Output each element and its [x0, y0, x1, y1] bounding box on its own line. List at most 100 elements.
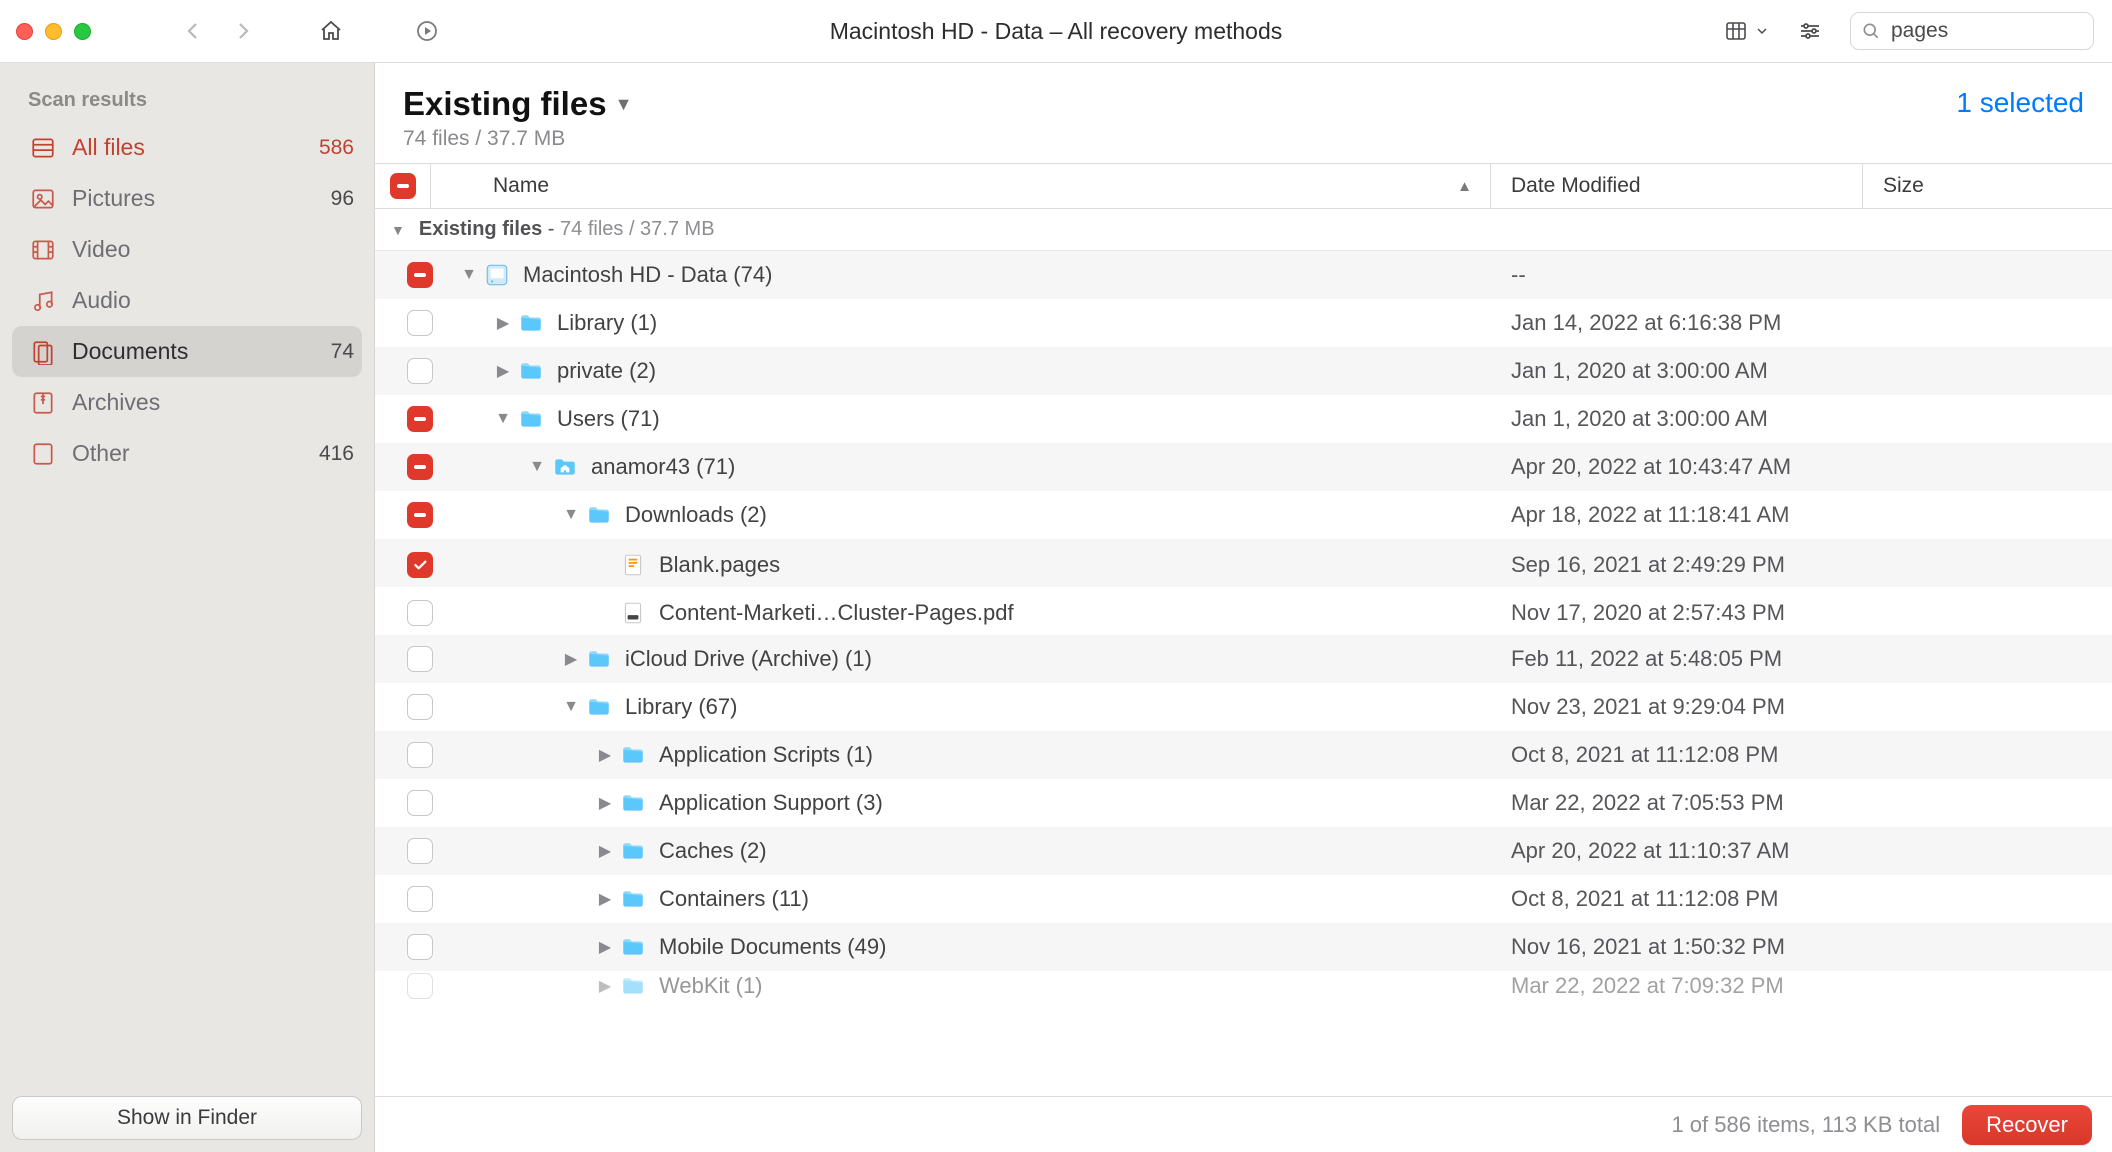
chevron-down-icon[interactable]: ▼ [489, 410, 517, 428]
pdf-icon [619, 599, 647, 627]
sidebar-item-other[interactable]: Other416 [0, 428, 374, 479]
window-minimize-button[interactable] [45, 23, 62, 40]
file-tree: ▼Macintosh HD - Data (74)--37.7 MBFolder… [375, 251, 2112, 1096]
file-row[interactable]: ▶private (2)Jan 1, 2020 at 3:00:00 AM6 M… [375, 347, 2112, 395]
file-row[interactable]: ▶Library (1)Jan 14, 2022 at 6:16:38 PM25… [375, 299, 2112, 347]
rescan-button[interactable] [415, 19, 439, 43]
checkbox-empty-icon[interactable] [407, 886, 433, 912]
recover-button[interactable]: Recover [1962, 1105, 2092, 1145]
folder-icon [619, 741, 647, 769]
checkbox-partial-icon[interactable] [407, 502, 433, 528]
folder-icon [619, 933, 647, 961]
checkbox-empty-icon[interactable] [407, 934, 433, 960]
chevron-right-icon[interactable]: ▶ [591, 937, 619, 957]
file-size: 31.7 MB [1863, 454, 2112, 480]
chevron-right-icon[interactable]: ▶ [591, 889, 619, 909]
file-row[interactable]: ▼Users (71)Jan 1, 2020 at 3:00:00 AM31.7… [375, 395, 2112, 443]
file-name: Mobile Documents (49) [659, 934, 886, 960]
file-name: Users (71) [557, 406, 660, 432]
group-stats: 74 files / 37.7 MB [560, 218, 715, 240]
chevron-right-icon[interactable]: ▶ [489, 313, 517, 333]
window-zoom-button[interactable] [74, 23, 91, 40]
window-close-button[interactable] [16, 23, 33, 40]
file-size: 3.5 MB [1863, 886, 2112, 912]
section-title-dropdown[interactable]: Existing files ▼ [403, 85, 632, 123]
file-row[interactable]: ▶Caches (2)Apr 20, 2022 at 11:10:37 AM86… [375, 827, 2112, 875]
folder-icon [619, 885, 647, 913]
file-name: Macintosh HD - Data (74) [523, 262, 772, 288]
file-row[interactable]: ▼Macintosh HD - Data (74)--37.7 MBFolder [375, 251, 2112, 299]
file-row[interactable]: ▼Downloads (2)Apr 18, 2022 at 11:18:41 A… [375, 491, 2112, 539]
sidebar-item-documents[interactable]: Documents74 [12, 326, 362, 377]
file-name: WebKit (1) [659, 973, 763, 999]
folder-icon [517, 357, 545, 385]
search-icon [1861, 21, 1881, 41]
file-row[interactable]: ▼Library (67)Nov 23, 2021 at 9:29:04 PM3… [375, 683, 2112, 731]
file-row[interactable]: ▶Application Scripts (1)Oct 8, 2021 at 1… [375, 731, 2112, 779]
file-size: 253 bytes [1863, 310, 2112, 336]
chevron-right-icon[interactable]: ▶ [591, 793, 619, 813]
sidebar-item-label: All files [72, 134, 303, 161]
file-row[interactable]: ▶iCloud Drive (Archive) (1)Feb 11, 2022 … [375, 635, 2112, 683]
group-header[interactable]: ▼ Existing files - 74 files / 37.7 MB [375, 209, 2112, 251]
chevron-right-icon[interactable]: ▶ [489, 361, 517, 381]
chevron-right-icon[interactable]: ▶ [591, 841, 619, 861]
chevron-right-icon[interactable]: ▶ [557, 649, 585, 669]
chevron-down-icon[interactable]: ▼ [523, 458, 551, 476]
film-icon [30, 237, 56, 263]
file-size: 27.3 MB [1863, 934, 2112, 960]
group-name: Existing files [419, 218, 542, 240]
checkbox-partial-icon[interactable] [407, 454, 433, 480]
search-input[interactable] [1891, 19, 2112, 43]
checkbox-partial-icon[interactable] [407, 262, 433, 288]
checkbox-empty-icon[interactable] [407, 694, 433, 720]
file-date: Nov 16, 2021 at 1:50:32 PM [1491, 934, 1863, 960]
file-row[interactable]: ▶WebKit (1)Mar 22, 2022 at 7:09:32 PM74 … [375, 971, 2112, 1001]
sidebar-item-all[interactable]: All files586 [0, 122, 374, 173]
column-date-header[interactable]: Date Modified [1491, 164, 1863, 208]
checkbox-empty-icon[interactable] [407, 742, 433, 768]
file-row[interactable]: Blank.pagesSep 16, 2021 at 2:49:29 PM113… [375, 539, 2112, 587]
checkbox-empty-icon[interactable] [407, 646, 433, 672]
checkbox-empty-icon[interactable] [407, 600, 433, 626]
folder-icon [517, 309, 545, 337]
show-in-finder-button[interactable]: Show in Finder [12, 1096, 362, 1140]
sidebar-item-archives[interactable]: Archives [0, 377, 374, 428]
home-button[interactable] [319, 19, 343, 43]
settings-button[interactable] [1798, 19, 1822, 43]
file-date: Nov 17, 2020 at 2:57:43 PM [1491, 600, 1863, 626]
column-size-header[interactable]: Size [1863, 164, 2112, 208]
file-row[interactable]: ▼anamor43 (71)Apr 20, 2022 at 10:43:47 A… [375, 443, 2112, 491]
search-field[interactable] [1850, 12, 2094, 50]
checkbox-empty-icon[interactable] [407, 838, 433, 864]
checkbox-empty-icon[interactable] [407, 790, 433, 816]
file-row[interactable]: ▶Application Support (3)Mar 22, 2022 at … [375, 779, 2112, 827]
sidebar-heading: Scan results [0, 89, 374, 122]
chevron-down-icon[interactable]: ▼ [557, 698, 585, 716]
nav-arrows [181, 19, 255, 43]
file-row[interactable]: ▶Containers (11)Oct 8, 2021 at 11:12:08 … [375, 875, 2112, 923]
view-mode-button[interactable] [1724, 19, 1770, 43]
checkbox-empty-icon[interactable] [407, 973, 433, 999]
checkbox-partial-icon[interactable] [407, 406, 433, 432]
column-name-header[interactable]: Name ▲ [471, 164, 1491, 208]
checkbox-empty-icon[interactable] [407, 358, 433, 384]
back-button[interactable] [181, 19, 205, 43]
chevron-down-icon[interactable]: ▼ [557, 506, 585, 524]
column-check-header[interactable] [375, 164, 431, 208]
checkbox-empty-icon[interactable] [407, 310, 433, 336]
select-all-checkbox[interactable] [390, 173, 416, 199]
forward-button[interactable] [231, 19, 255, 43]
file-date: Apr 20, 2022 at 10:43:47 AM [1491, 454, 1863, 480]
file-row[interactable]: Content-Marketi…Cluster-Pages.pdfNov 17,… [375, 587, 2112, 635]
chevron-down-icon[interactable]: ▼ [455, 266, 483, 284]
selection-count[interactable]: 1 selected [1956, 85, 2084, 119]
chevron-right-icon[interactable]: ▶ [591, 976, 619, 996]
file-row[interactable]: ▶ Mobile Documents (49) Nov 16, 2021 at 1:… [375, 923, 2112, 971]
sidebar-item-pictures[interactable]: Pictures96 [0, 173, 374, 224]
sidebar-item-video[interactable]: Video [0, 224, 374, 275]
sidebar-item-audio[interactable]: Audio [0, 275, 374, 326]
checkbox-checked-icon[interactable] [407, 552, 433, 578]
footer-bar: 1 of 586 items, 113 KB total Recover [375, 1096, 2112, 1152]
chevron-right-icon[interactable]: ▶ [591, 745, 619, 765]
